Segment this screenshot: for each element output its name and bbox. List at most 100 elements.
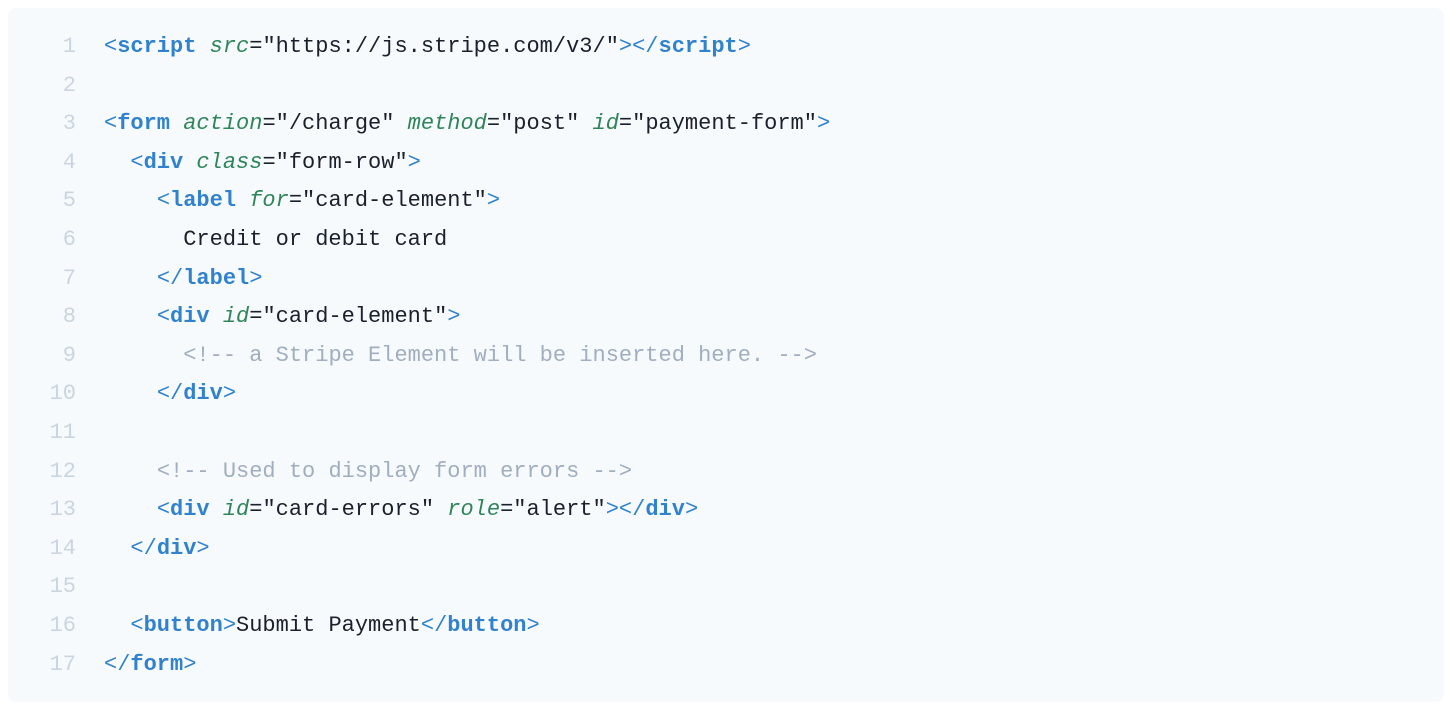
token-text xyxy=(170,111,183,136)
token-punct: > xyxy=(196,536,209,561)
code-line: 9 <!-- a Stripe Element will be inserted… xyxy=(32,337,1420,376)
token-text: Submit Payment xyxy=(236,613,421,638)
line-number: 17 xyxy=(32,646,76,685)
line-number: 11 xyxy=(32,414,76,453)
token-attr: id xyxy=(593,111,619,136)
code-line: 14 </div> xyxy=(32,530,1420,569)
token-val: "card-element" xyxy=(302,188,487,213)
token-punct: </ xyxy=(157,381,183,406)
token-eq: = xyxy=(249,304,262,329)
code-content: <form action="/charge" method="post" id=… xyxy=(104,105,1420,144)
token-punct: </ xyxy=(157,266,183,291)
token-text xyxy=(104,304,157,329)
token-punct: > xyxy=(685,497,698,522)
code-line: 6 Credit or debit card xyxy=(32,221,1420,260)
token-eq: = xyxy=(619,111,632,136)
token-text xyxy=(236,188,249,213)
token-text xyxy=(104,536,130,561)
code-line: 13 <div id="card-errors" role="alert"></… xyxy=(32,491,1420,530)
code-content: <!-- a Stripe Element will be inserted h… xyxy=(104,337,1420,376)
line-number: 13 xyxy=(32,491,76,530)
token-attr: class xyxy=(196,150,262,175)
token-punct: </ xyxy=(421,613,447,638)
code-content: <button>Submit Payment</button> xyxy=(104,607,1420,646)
token-punct: > xyxy=(619,34,632,59)
token-punct: > xyxy=(223,381,236,406)
token-val: "card-element" xyxy=(262,304,447,329)
code-line: 4 <div class="form-row"> xyxy=(32,144,1420,183)
token-punct: > xyxy=(183,652,196,677)
token-punct: > xyxy=(249,266,262,291)
token-eq: = xyxy=(500,497,513,522)
token-tag: form xyxy=(117,111,170,136)
token-text xyxy=(183,150,196,175)
token-tag: div xyxy=(170,304,210,329)
token-punct: < xyxy=(130,150,143,175)
line-number: 7 xyxy=(32,260,76,299)
token-text xyxy=(104,497,157,522)
token-tag: button xyxy=(447,613,526,638)
token-punct: > xyxy=(223,613,236,638)
token-attr: src xyxy=(210,34,250,59)
token-tag: script xyxy=(659,34,738,59)
code-line: 12 <!-- Used to display form errors --> xyxy=(32,453,1420,492)
token-eq: = xyxy=(262,111,275,136)
token-val: "card-errors" xyxy=(262,497,434,522)
code-content: <label for="card-element"> xyxy=(104,182,1420,221)
token-punct: </ xyxy=(130,536,156,561)
line-number: 8 xyxy=(32,298,76,337)
token-text xyxy=(104,266,157,291)
token-punct: </ xyxy=(104,652,130,677)
code-line: 1<script src="https://js.stripe.com/v3/"… xyxy=(32,28,1420,67)
token-text xyxy=(210,304,223,329)
token-punct: < xyxy=(157,304,170,329)
code-line: 5 <label for="card-element"> xyxy=(32,182,1420,221)
token-text xyxy=(434,497,447,522)
token-punct: > xyxy=(527,613,540,638)
code-content xyxy=(104,568,1420,607)
token-tag: button xyxy=(144,613,223,638)
token-punct: > xyxy=(487,188,500,213)
token-tag: div xyxy=(144,150,184,175)
line-number: 3 xyxy=(32,105,76,144)
token-text xyxy=(104,613,130,638)
code-line: 10 </div> xyxy=(32,375,1420,414)
token-tag: div xyxy=(183,381,223,406)
code-content: <div id="card-element"> xyxy=(104,298,1420,337)
line-number: 9 xyxy=(32,337,76,376)
line-number: 16 xyxy=(32,607,76,646)
token-val: "/charge" xyxy=(276,111,395,136)
token-text xyxy=(579,111,592,136)
token-attr: method xyxy=(408,111,487,136)
code-content: </form> xyxy=(104,646,1420,685)
token-tag: div xyxy=(645,497,685,522)
line-number: 14 xyxy=(32,530,76,569)
line-number: 12 xyxy=(32,453,76,492)
line-number: 1 xyxy=(32,28,76,67)
code-line: 16 <button>Submit Payment</button> xyxy=(32,607,1420,646)
token-tag: label xyxy=(183,266,249,291)
token-text xyxy=(104,188,157,213)
token-val: "form-row" xyxy=(276,150,408,175)
token-tag: div xyxy=(170,497,210,522)
code-content xyxy=(104,67,1420,106)
token-text xyxy=(210,497,223,522)
code-content xyxy=(104,414,1420,453)
token-text xyxy=(104,459,157,484)
token-attr: action xyxy=(183,111,262,136)
token-punct: > xyxy=(408,150,421,175)
code-line: 7 </label> xyxy=(32,260,1420,299)
token-attr: for xyxy=(249,188,289,213)
token-text xyxy=(104,343,183,368)
code-content: </div> xyxy=(104,375,1420,414)
token-punct: < xyxy=(157,188,170,213)
token-text xyxy=(104,381,157,406)
line-number: 10 xyxy=(32,375,76,414)
token-punct: > xyxy=(447,304,460,329)
code-content: </label> xyxy=(104,260,1420,299)
token-text xyxy=(104,150,130,175)
token-eq: = xyxy=(289,188,302,213)
code-content: <!-- Used to display form errors --> xyxy=(104,453,1420,492)
token-attr: id xyxy=(223,304,249,329)
token-eq: = xyxy=(249,34,262,59)
